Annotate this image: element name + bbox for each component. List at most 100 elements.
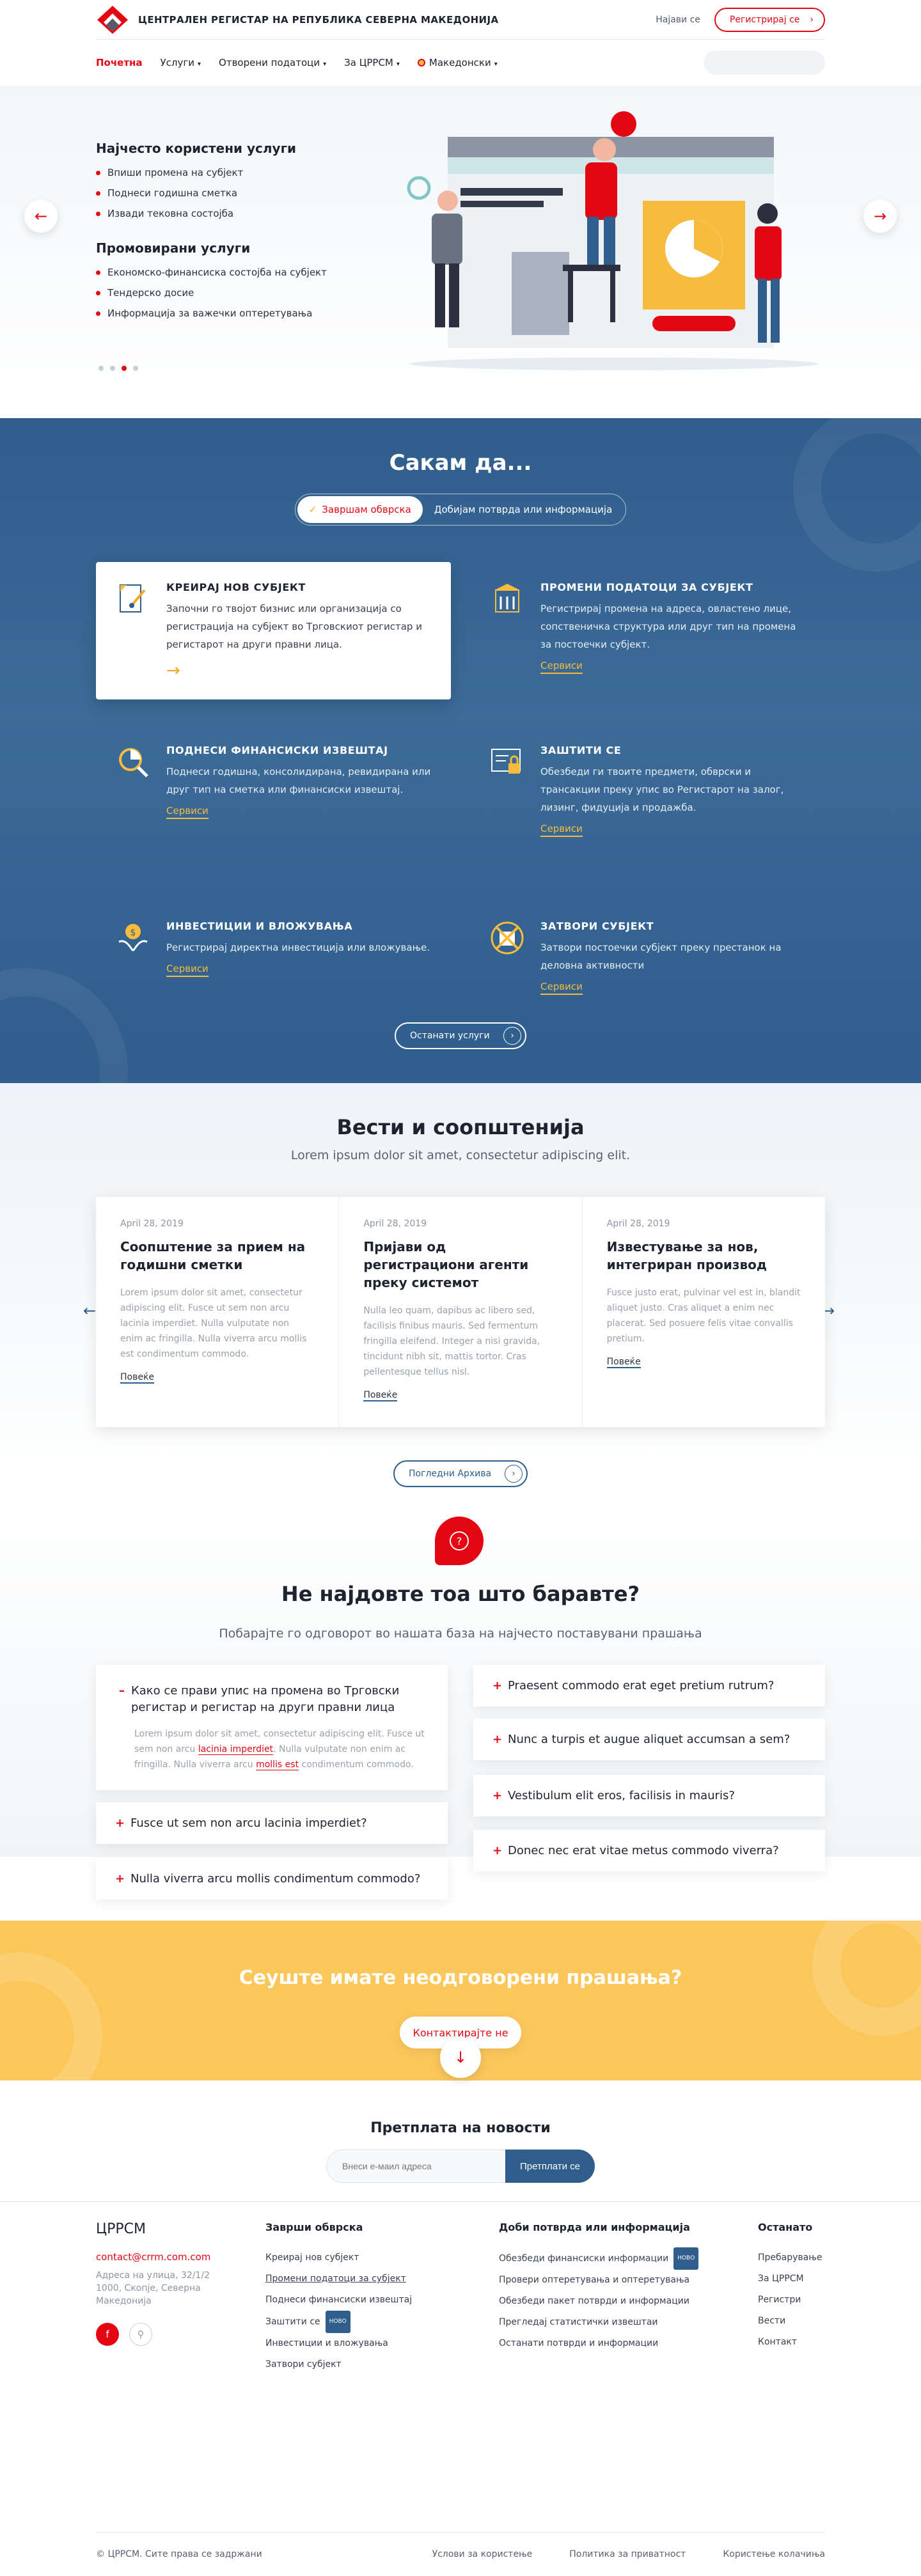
- news-prev-arrow-icon[interactable]: ←: [83, 1302, 96, 1320]
- slider-dot[interactable]: [98, 366, 104, 371]
- answer-link[interactable]: mollis est: [256, 1760, 299, 1770]
- email-field[interactable]: [326, 2150, 505, 2183]
- lock-document-icon: [491, 749, 521, 774]
- slider-dot-active[interactable]: [122, 366, 127, 371]
- faq-item[interactable]: + Fusce ut sem non arcu lacinia imperdiet…: [96, 1802, 448, 1844]
- cookies-link[interactable]: Користење колачиња: [723, 2549, 825, 2559]
- promoted-service-link[interactable]: Економско-финансиска состојба на субјект: [96, 262, 377, 283]
- services-link[interactable]: Сервиси: [540, 823, 583, 837]
- account-actions: Најави се Регистрирај се ›: [656, 7, 825, 32]
- footer-link[interactable]: Креирај нов субјект: [265, 2247, 412, 2268]
- facebook-icon[interactable]: f: [96, 2323, 119, 2346]
- promoted-service-link[interactable]: Тендерско досие: [96, 283, 377, 303]
- answer-link[interactable]: lacinia imperdiet: [198, 1744, 274, 1755]
- popular-service-link[interactable]: Впиши промена на субјект: [96, 162, 377, 183]
- services-link[interactable]: Сервиси: [540, 981, 583, 995]
- plus-icon: +: [492, 1789, 503, 1802]
- terms-link[interactable]: Услови за користење: [432, 2549, 533, 2559]
- archive-button[interactable]: Погледни Архива ›: [393, 1460, 528, 1487]
- footer-link[interactable]: Контакт: [758, 2332, 822, 2353]
- services-link[interactable]: Сервиси: [166, 963, 209, 977]
- register-button[interactable]: Регистрирај се ›: [714, 7, 825, 32]
- nav-item-services[interactable]: Услуги: [161, 57, 201, 68]
- news-headline[interactable]: Известување за нов, интегриран производ: [607, 1238, 801, 1274]
- tab-get-confirmation[interactable]: Добијам потврда или информација: [423, 496, 624, 523]
- popular-services-list: Впиши промена на субјект Поднеси годишна…: [96, 162, 377, 224]
- decor-circle: [793, 418, 921, 572]
- service-investments: $ ИНВЕСТИЦИИ И ВЛОЖУВАЊА Регистрирај дир…: [96, 901, 451, 977]
- faq-question: Donec nec erat vitae metus commodo viver…: [508, 1844, 779, 1857]
- subscribe-button[interactable]: Претплати се: [505, 2150, 595, 2183]
- hero-prev-arrow-icon[interactable]: ←: [24, 199, 58, 233]
- flag-icon: [417, 59, 425, 66]
- faq-item-open[interactable]: – Како се прави упис на промена во Трговс…: [96, 1665, 448, 1790]
- hero-slider: Најчесто користени услуги Впиши промена …: [0, 86, 921, 418]
- other-services-label: Останати услуги: [410, 1031, 490, 1041]
- service-text: Започни го твојот бизнис или организациј…: [166, 603, 422, 650]
- tab-complete-obligation[interactable]: ✓ Завршам обврска: [297, 496, 423, 523]
- footer-link[interactable]: Обезбеди пакет потврди и информации: [499, 2291, 698, 2312]
- read-more-link[interactable]: Повеќе: [606, 1357, 641, 1368]
- footer-col-confirmations: Доби потврда или информација Обезбеди фи…: [499, 2221, 699, 2354]
- service-close-entity: ЗАТВОРИ СУБЈЕКТ Затвори постоечки субјек…: [470, 901, 825, 995]
- nav-item-home[interactable]: Почетна: [96, 57, 143, 68]
- hero-next-arrow-icon[interactable]: →: [863, 199, 897, 233]
- slider-dot[interactable]: [110, 366, 115, 371]
- search-input[interactable]: [693, 58, 816, 68]
- link-icon[interactable]: ⚲: [129, 2323, 152, 2346]
- news-excerpt: Lorem ipsum dolor sit amet, consectetur …: [120, 1288, 307, 1359]
- top-bar: ЦЕНТРАЛЕН РЕГИСТАР НА РЕПУБЛИКА СЕВЕРНА …: [96, 0, 825, 40]
- footer-link[interactable]: Регистри: [758, 2290, 822, 2311]
- read-more-link[interactable]: Повеќе: [120, 1372, 155, 1384]
- footer-link[interactable]: Инвестиции и вложувања: [265, 2333, 412, 2354]
- news-headline[interactable]: Соопштение за прием на годишни сметки: [120, 1238, 314, 1274]
- footer-link[interactable]: Обезбеди финансиски информации НОВО: [499, 2247, 699, 2270]
- footer-link[interactable]: Пребарување: [758, 2247, 822, 2268]
- login-link[interactable]: Најави се: [656, 15, 700, 25]
- footer-link[interactable]: За ЦРРСМ: [758, 2268, 822, 2290]
- services-link[interactable]: Сервиси: [540, 660, 583, 674]
- answer-text: condimentum commodo.: [299, 1760, 414, 1770]
- footer-link[interactable]: Поднеси финансиски извештај: [265, 2290, 412, 2311]
- services-link[interactable]: Сервиси: [166, 805, 209, 819]
- faq-item[interactable]: + Nunc a turpis et augue aliquet accumsan…: [473, 1719, 825, 1760]
- brand[interactable]: ЦЕНТРАЛЕН РЕГИСТАР НА РЕПУБЛИКА СЕВЕРНА …: [96, 4, 499, 35]
- site-footer: ЦРРСМ contact@crrm.com.com Адреса на ули…: [0, 2202, 921, 2369]
- footer-link[interactable]: Вести: [758, 2311, 822, 2332]
- privacy-link[interactable]: Политика за приватност: [569, 2549, 686, 2559]
- footer-link[interactable]: Заштити се НОВО: [265, 2311, 412, 2333]
- faq-question: Fusce ut sem non arcu lacinia imperdiet?: [130, 1816, 367, 1830]
- arrow-right-icon[interactable]: →: [166, 661, 432, 680]
- popular-service-link[interactable]: Поднеси годишна сметка: [96, 183, 377, 203]
- newsletter-section: Претплата на новости Претплати се: [0, 2080, 921, 2202]
- nav-item-about[interactable]: За ЦРРСМ: [344, 57, 400, 68]
- chevron-right-icon: ›: [505, 1465, 523, 1483]
- arrow-down-icon[interactable]: ↓: [440, 2037, 481, 2078]
- faq-item[interactable]: + Donec nec erat vitae metus commodo vive…: [473, 1830, 825, 1871]
- footer-link[interactable]: Прегледај статистички извештаи: [499, 2312, 698, 2333]
- other-services-button[interactable]: Останати услуги ›: [395, 1022, 526, 1049]
- read-more-link[interactable]: Повеќе: [363, 1390, 398, 1401]
- nav-item-open-data[interactable]: Отворени податоци: [219, 57, 326, 68]
- footer-link[interactable]: Промени податоци за субјект: [265, 2268, 412, 2290]
- faq-item[interactable]: + Vestibulum elit eros, facilisis in maur…: [473, 1775, 825, 1816]
- footer-link[interactable]: Затвори субјект: [265, 2354, 412, 2375]
- news-excerpt: Fusce justo erat, pulvinar vel est in, b…: [606, 1288, 801, 1344]
- svg-text:?: ?: [457, 1535, 462, 1547]
- news-headline[interactable]: Пријави од регистрациони агенти преку си…: [363, 1238, 557, 1292]
- news-carousel: April 28, 2019 Соопштение за прием на го…: [96, 1197, 825, 1427]
- footer-email[interactable]: contact@crrm.com.com: [96, 2251, 237, 2263]
- faq-item[interactable]: + Praesent commodo erat eget pretium rutr…: [473, 1665, 825, 1706]
- site-header: ЦЕНТРАЛЕН РЕГИСТАР НА РЕПУБЛИКА СЕВЕРНА …: [0, 0, 921, 86]
- slider-dot[interactable]: [133, 366, 138, 371]
- faq-item[interactable]: + Nulla viverra arcu mollis condimentum c…: [96, 1858, 448, 1900]
- service-title: ПОДНЕСИ ФИНАНСИСКИ ИЗВЕШТАЈ: [166, 744, 388, 756]
- popular-service-link[interactable]: Извади тековна состојба: [96, 203, 377, 224]
- popular-services-title: Најчесто користени услуги: [96, 141, 297, 156]
- footer-link[interactable]: Провери оптеретувања и оптеретувања: [499, 2270, 698, 2291]
- service-text: Регистрирај промена на адреса, овластено…: [540, 603, 796, 650]
- footer-link[interactable]: Останати потврди и информации: [499, 2333, 698, 2354]
- service-card-create-entity[interactable]: КРЕИРАЈ НОВ СУБЈЕКТ Започни го твојот би…: [96, 562, 451, 699]
- language-select[interactable]: Македонски: [417, 57, 498, 68]
- promoted-service-link[interactable]: Информација за важечки оптеретувања: [96, 303, 377, 324]
